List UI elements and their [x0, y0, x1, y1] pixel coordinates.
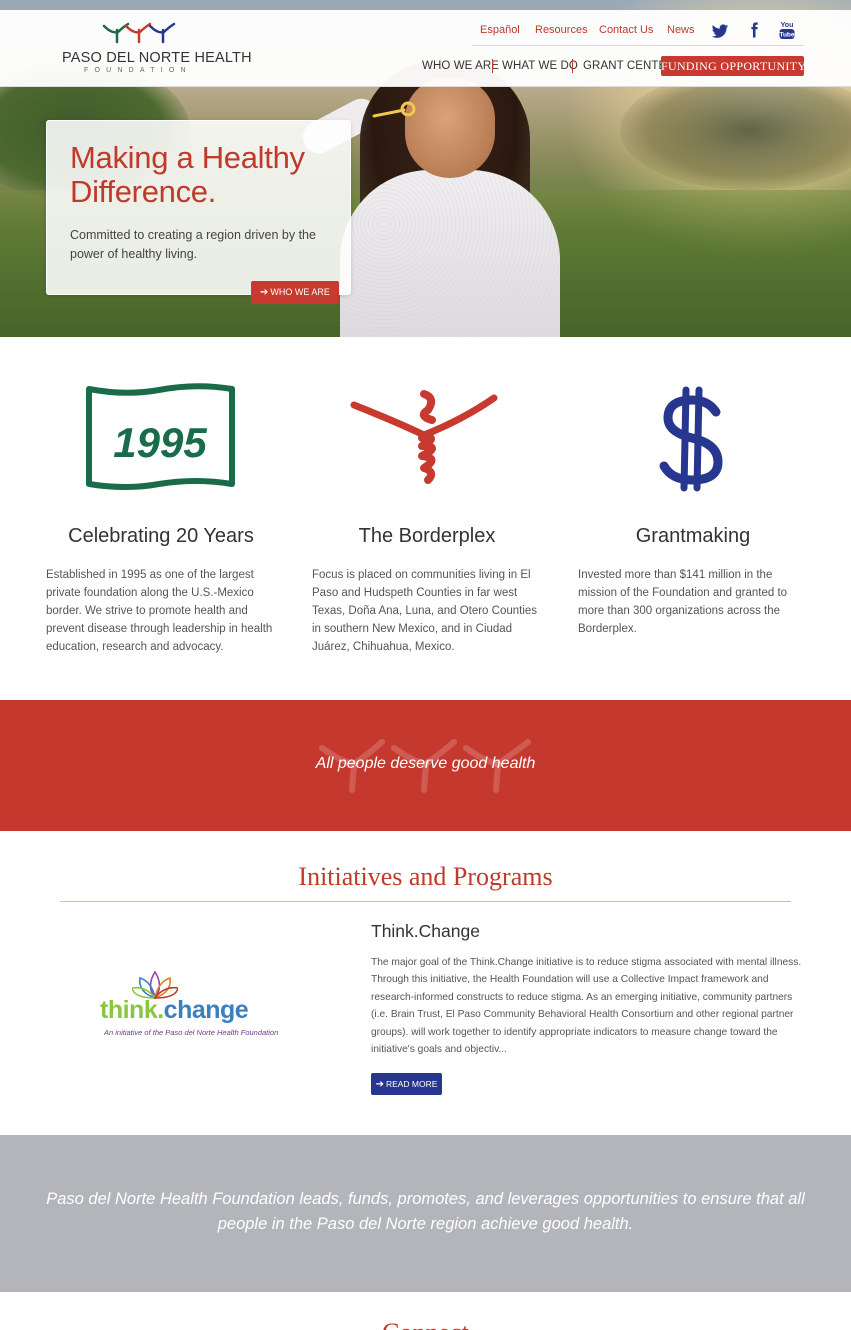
- header-divider: [472, 45, 804, 46]
- logo-name: PASO DEL NORTE HEALTH: [62, 50, 252, 66]
- program-description: The major goal of the Think.Change initi…: [371, 957, 802, 1056]
- slogan-band: All people deserve good health: [0, 700, 851, 831]
- think-change-wordmark: think.change: [100, 996, 249, 1025]
- nav-who-we-are[interactable]: WHO WE ARE: [422, 60, 499, 72]
- think-change-logo[interactable]: think.change An initiative of the Paso d…: [100, 970, 310, 1040]
- arrow-right-icon: ➔: [375, 1079, 384, 1090]
- section-divider: [60, 901, 791, 902]
- hero-card: Making a Healthy Difference. Committed t…: [46, 120, 351, 304]
- site-header: PASO DEL NORTE HEALTH FOUNDATION Español…: [0, 10, 851, 87]
- 1995-badge-text: 1995: [113, 419, 207, 466]
- youtube-icon-label-2: Tube: [779, 32, 794, 39]
- facebook-icon[interactable]: [745, 21, 763, 39]
- dollar-sign-icon: [659, 386, 723, 492]
- think-change-tagline: An initiative of the Paso del Norte Heal…: [104, 1028, 279, 1037]
- who-we-are-button-label: WHO WE ARE: [270, 287, 330, 297]
- wordmark-change: change: [163, 996, 249, 1024]
- next-section-heading: Connect: [0, 1318, 851, 1330]
- twitter-icon[interactable]: [711, 22, 729, 40]
- top-link-news[interactable]: News: [667, 24, 695, 36]
- feature-text: Focus is placed on communities living in…: [312, 569, 538, 653]
- feature-text: Established in 1995 as one of the larges…: [46, 569, 273, 653]
- nav-what-we-do[interactable]: WHAT WE DO: [502, 60, 578, 72]
- program-title[interactable]: Think.Change: [371, 921, 480, 942]
- read-more-button-label: READ MORE: [385, 1079, 438, 1089]
- borderplex-figure-icon: [350, 390, 498, 484]
- nav-separator: [492, 59, 493, 73]
- hero-title: Making a Healthy Difference.: [70, 140, 305, 209]
- arrow-right-icon: ➔: [260, 287, 269, 298]
- nav-separator: [572, 59, 573, 73]
- slogan-text: All people deserve good health: [315, 755, 536, 772]
- top-link-contact-us[interactable]: Contact Us: [599, 24, 653, 36]
- feature-title: The Borderplex: [358, 525, 496, 547]
- hero-text: Committed to creating a region driven by…: [70, 228, 316, 261]
- 1995-badge-icon: 1995: [86, 383, 235, 490]
- initiatives-section-title: Initiatives and Programs: [298, 862, 553, 891]
- hero-photo-dress: [340, 170, 560, 337]
- logo-figures-icon: [102, 22, 176, 44]
- who-we-are-button[interactable]: ➔ WHO WE ARE: [251, 281, 339, 304]
- hero-photo-tree-right: [620, 70, 851, 190]
- top-link-espanol[interactable]: Español: [480, 24, 520, 36]
- mission-band: Paso del Norte Health Foundation leads, …: [0, 1135, 851, 1292]
- feature-title: Grantmaking: [635, 525, 751, 547]
- feature-title: Celebrating 20 Years: [68, 525, 254, 547]
- logo-subtitle: FOUNDATION: [84, 67, 192, 74]
- read-more-button[interactable]: ➔ READ MORE: [371, 1073, 442, 1095]
- youtube-icon[interactable]: You Tube: [779, 20, 795, 40]
- foundation-logo[interactable]: PASO DEL NORTE HEALTH FOUNDATION: [62, 22, 252, 82]
- feature-text: Invested more than $141 million in the m…: [578, 569, 788, 635]
- top-link-resources[interactable]: Resources: [535, 24, 588, 36]
- hero-photo-face: [405, 78, 495, 178]
- bubble-wand-icon: [372, 101, 416, 118]
- mission-statement: Paso del Norte Health Foundation leads, …: [46, 1190, 805, 1233]
- youtube-icon-label-1: You: [781, 22, 794, 29]
- wordmark-think: think: [100, 996, 158, 1024]
- funding-opportunity-button[interactable]: FUNDING OPPORTUNITY: [661, 56, 806, 76]
